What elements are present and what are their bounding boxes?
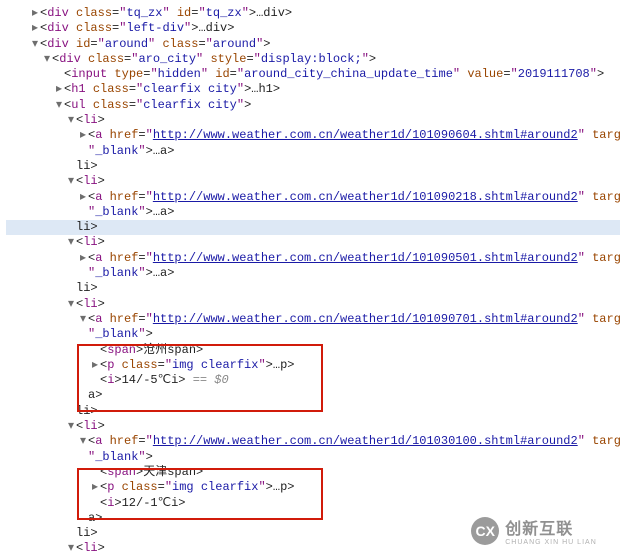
dom-tree-row[interactable]: ▸<a href="http://www.weather.com.cn/weat… [6,190,620,205]
watermark-logo-icon: CX [471,517,499,545]
expand-arrow-icon[interactable]: ▸ [90,358,100,373]
expand-arrow-icon[interactable]: ▸ [30,6,40,21]
watermark-text: 创新互联 CHUANG XIN HU LIAN [505,515,597,546]
dom-tree-row[interactable]: ▾<a href="http://www.weather.com.cn/weat… [6,434,620,449]
dom-tree-row[interactable]: <i>14/-5℃i> == $0 [6,373,620,388]
dom-tree-row[interactable]: ▾<li> [6,235,620,250]
dom-tree-row[interactable]: ▾<a href="http://www.weather.com.cn/weat… [6,312,620,327]
expand-arrow-icon[interactable]: ▸ [90,480,100,495]
expand-arrow-icon[interactable]: ▸ [54,82,64,97]
dom-tree-row[interactable]: li> [6,404,620,419]
expand-arrow-icon[interactable]: ▸ [78,190,88,205]
dom-tree-row[interactable]: "_blank"> [6,450,620,465]
expand-arrow-icon[interactable]: ▾ [66,174,76,189]
dom-tree-row[interactable]: "_blank"> [6,327,620,342]
dom-tree-row[interactable]: <input type="hidden" id="around_city_chi… [6,67,620,82]
dom-tree-row[interactable]: ▸<a href="http://www.weather.com.cn/weat… [6,128,620,143]
dom-tree-row[interactable]: ▾<li> [6,297,620,312]
expand-arrow-icon[interactable]: ▸ [30,21,40,36]
dom-tree-row[interactable]: ▸<h1 class="clearfix city">…h1> [6,82,620,97]
dom-tree-row[interactable]: ▸<p class="img clearfix">…p> [6,480,620,495]
watermark: CX 创新互联 CHUANG XIN HU LIAN [448,508,620,553]
dom-tree-row[interactable]: li> [6,220,620,235]
dom-tree-row[interactable]: ▾<li> [6,419,620,434]
expand-arrow-icon[interactable]: ▾ [66,541,76,553]
dom-tree-row[interactable]: <span>天津span> [6,465,620,480]
dom-tree-row[interactable]: ▾<div class="aro_city" style="display:bl… [6,52,620,67]
dom-tree-row[interactable]: "_blank">…a> [6,144,620,159]
expand-arrow-icon[interactable]: ▸ [78,251,88,266]
dom-tree-row[interactable]: ▸<p class="img clearfix">…p> [6,358,620,373]
dom-tree-row[interactable]: <span>沧州span> [6,343,620,358]
dom-tree-row[interactable]: ▾<li> [6,113,620,128]
expand-arrow-icon[interactable]: ▾ [30,37,40,52]
expand-arrow-icon[interactable]: ▾ [42,52,52,67]
dom-tree-row[interactable]: ▸<div class="tq_zx" id="tq_zx">…div> [6,6,620,21]
dom-tree-row[interactable]: ▸<a href="http://www.weather.com.cn/weat… [6,251,620,266]
expand-arrow-icon[interactable]: ▾ [78,312,88,327]
expand-arrow-icon[interactable]: ▾ [78,434,88,449]
dom-tree-row[interactable]: "_blank">…a> [6,266,620,281]
dom-tree-row[interactable]: ▾<ul class="clearfix city"> [6,98,620,113]
dom-tree-row[interactable]: ▾<div id="around" class="around"> [6,37,620,52]
expand-arrow-icon[interactable]: ▸ [78,128,88,143]
dom-tree-row[interactable]: a> [6,388,620,403]
dom-tree-row[interactable]: "_blank">…a> [6,205,620,220]
dom-tree-row[interactable]: ▾<li> [6,174,620,189]
dom-tree-row[interactable]: ▸<div class="left-div">…div> [6,21,620,36]
expand-arrow-icon[interactable]: ▾ [66,113,76,128]
expand-arrow-icon[interactable]: ▾ [66,235,76,250]
dom-tree-row[interactable]: li> [6,281,620,296]
expand-arrow-icon[interactable]: ▾ [66,419,76,434]
dom-tree-panel[interactable]: ▸<div class="tq_zx" id="tq_zx">…div>▸<di… [0,0,620,553]
expand-arrow-icon[interactable]: ▾ [54,98,64,113]
expand-arrow-icon[interactable]: ▾ [66,297,76,312]
dom-tree-row[interactable]: li> [6,159,620,174]
